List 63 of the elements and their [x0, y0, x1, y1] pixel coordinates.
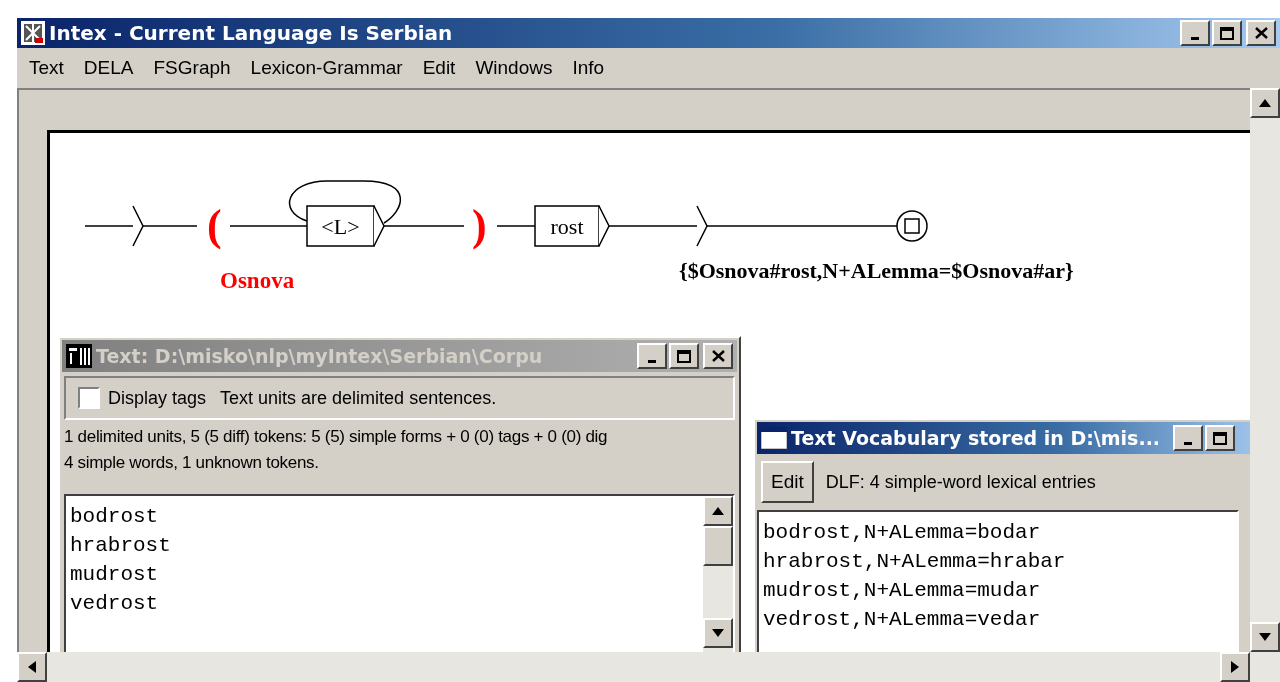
arrow-icon — [712, 507, 724, 515]
entry-item[interactable]: mudrost,N+ALemma=mudar — [763, 576, 1233, 605]
horizontal-scrollbar[interactable] — [17, 652, 1280, 682]
minimize-button[interactable] — [637, 343, 667, 369]
checkbox-label: Display tags — [108, 387, 207, 409]
scrollbar[interactable] — [703, 496, 733, 652]
arrow-icon — [712, 629, 724, 637]
transition-line — [496, 225, 536, 227]
minimize-button[interactable] — [1173, 425, 1203, 451]
maximize-button[interactable] — [1205, 425, 1235, 451]
vertical-scrollbar[interactable] — [1250, 88, 1280, 652]
menu-item[interactable]: Windows — [469, 55, 559, 81]
menu-item[interactable]: Lexicon-Grammar — [244, 55, 409, 81]
edit-button[interactable]: Edit — [761, 461, 814, 503]
output-label: {$Osnova#rost,N+ALemma=$Osnova#ar} — [679, 258, 1074, 283]
final-state-node — [896, 210, 928, 242]
transition-line — [142, 225, 198, 227]
app-icon — [21, 21, 45, 45]
document-icon — [66, 344, 92, 368]
arrow-node — [696, 205, 708, 247]
maximize-icon — [677, 349, 691, 363]
window-title: Intex - Current Language Is Serbian — [49, 21, 454, 45]
statistics-text: 1 delimited units, 5 (5 diff) tokens: 5 (5) simple forms + 0 (0) tags + 0 (0) dig — [63, 426, 609, 448]
parenthesis-label: ) — [472, 201, 487, 250]
entry-item[interactable]: bodrost,N+ALemma=bodar — [763, 518, 1233, 547]
word-item[interactable]: vedrost — [70, 589, 699, 618]
window-title: Text: D:\misko\nlp\myIntex\Serbian\Corpu — [96, 345, 544, 367]
entry-item[interactable]: vedrost,N+ALemma=vedar — [763, 605, 1233, 634]
close-button[interactable] — [1246, 20, 1276, 46]
maximize-button[interactable] — [669, 343, 699, 369]
statistics-text: 4 simple words, 1 unknown tokens. — [63, 452, 320, 474]
maximize-icon — [1213, 431, 1227, 445]
minimize-icon — [1184, 441, 1192, 445]
checkbox[interactable] — [78, 387, 100, 409]
menu-item[interactable]: DELA — [77, 55, 140, 81]
units-note: Text units are delimited sentences. — [220, 387, 497, 409]
close-button[interactable] — [703, 343, 733, 369]
minimize-button[interactable] — [1180, 20, 1210, 46]
arrow-icon — [1259, 99, 1271, 107]
window-icon — [761, 427, 787, 449]
word-item[interactable]: hrabrost — [70, 531, 699, 560]
minimize-icon — [648, 359, 656, 363]
parenthesis-label: ( — [207, 201, 222, 250]
maximize-button[interactable] — [1212, 20, 1242, 46]
maximize-icon — [1220, 26, 1234, 40]
variable-label: Osnova — [220, 268, 295, 293]
menu-item[interactable]: Text — [23, 55, 70, 81]
arrow-icon — [1231, 661, 1239, 673]
summary-text: DLF: 4 simple-word lexical entries — [825, 471, 1096, 493]
arrow-icon — [1259, 633, 1271, 641]
transition-line — [84, 225, 136, 227]
menu-item[interactable]: Info — [566, 55, 611, 81]
arrow-node — [132, 205, 144, 247]
close-icon — [1254, 27, 1268, 39]
arrow-icon — [28, 661, 36, 673]
close-icon — [711, 350, 725, 362]
word-item[interactable]: bodrost — [70, 502, 699, 531]
entry-item[interactable]: hrabrost,N+ALemma=hrabar — [763, 547, 1233, 576]
minimize-icon — [1191, 36, 1199, 40]
word-item[interactable]: mudrost — [70, 560, 699, 589]
window-title: Text Vocabulary stored in D:\mis... — [791, 427, 1162, 449]
menu-item[interactable]: Edit — [416, 55, 462, 81]
menu-item[interactable]: FSGraph — [147, 55, 237, 81]
